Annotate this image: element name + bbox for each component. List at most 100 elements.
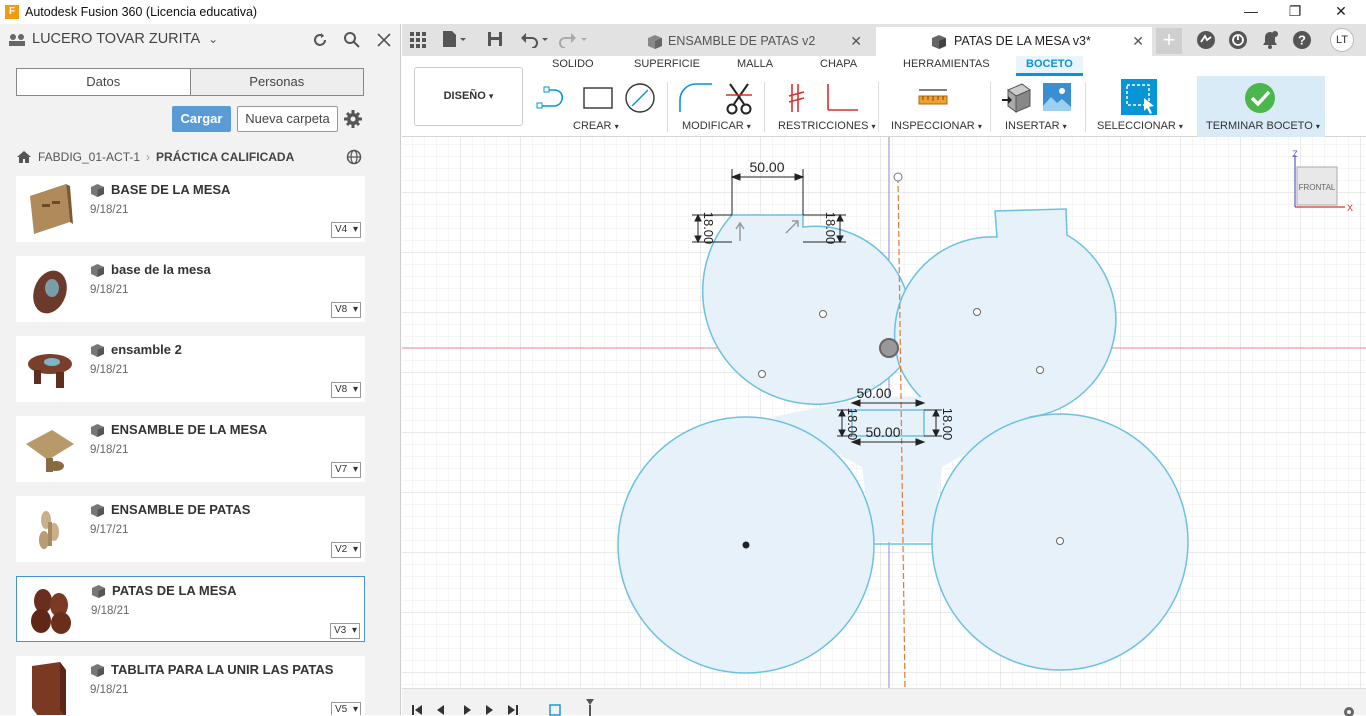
center-point[interactable] [742,541,750,549]
insert-derive-icon[interactable] [1000,82,1032,114]
home-icon[interactable] [16,150,32,164]
origin-point[interactable] [879,338,899,358]
breadcrumb: FABDIG_01-ACT-1 › PRÁCTICA CALIFICADA [16,148,294,166]
notifications-icon[interactable] [1260,30,1280,50]
circle-tool-icon[interactable] [624,82,656,114]
tab-herramientas[interactable]: HERRAMIENTAS [903,58,990,70]
tab-patas-de-la-mesa[interactable]: PATAS DE LA MESA v3* ✕ [876,27,1152,56]
file-menu-icon[interactable] [442,30,468,48]
job-status-icon[interactable] [1228,30,1248,50]
close-panel-icon[interactable] [376,32,392,48]
refresh-icon[interactable] [311,31,329,49]
version-badge[interactable]: V8 ▾ [331,382,361,398]
undo-icon[interactable] [520,30,550,48]
sketch-point[interactable] [893,172,903,182]
dimension-label[interactable]: 18.00 [823,212,838,245]
timeline-features[interactable] [548,699,598,716]
tab-solido[interactable]: SOLIDO [552,58,594,70]
list-item[interactable]: TABLITA PARA LA UNIR LAS PATAS 9/18/21 V… [16,656,365,715]
help-icon[interactable]: ? [1292,30,1312,50]
dimension-label[interactable]: 18.00 [940,408,955,441]
measure-ruler-icon[interactable] [918,86,948,110]
tab-personas[interactable]: Personas [189,69,363,95]
upload-button[interactable]: Cargar [172,106,231,132]
close-tab-icon[interactable]: ✕ [850,27,862,56]
timeline-settings-gear-icon[interactable] [1342,705,1356,716]
file-name: PATAS DE LA MESA [112,583,237,598]
finish-sketch-checkmark-icon[interactable] [1244,82,1276,114]
file-name: ENSAMBLE DE LA MESA [111,422,268,437]
dimension-label[interactable]: 18.00 [845,408,860,441]
dimension-label[interactable]: 18.00 [701,212,716,245]
fillet-tool-icon[interactable] [678,82,714,114]
globe-icon[interactable] [346,149,362,165]
breadcrumb-folder[interactable]: PRÁCTICA CALIFICADA [156,150,294,164]
list-item-selected[interactable]: PATAS DE LA MESA 9/18/21 V3 ▾ [16,576,365,642]
list-item[interactable]: ENSAMBLE DE PATAS 9/17/21 V2 ▾ [16,496,365,562]
group-modificar[interactable]: MODIFICAR ▾ [682,120,751,132]
tab-ensamble-de-patas[interactable]: ENSAMBLE DE PATAS v2 ✕ [596,27,870,56]
tab-boceto[interactable]: BOCETO [1016,56,1083,76]
group-terminar-boceto[interactable]: TERMINAR BOCETO ▾ [1206,120,1320,132]
design-file-icon [648,35,662,49]
breadcrumb-project[interactable]: FABDIG_01-ACT-1 [38,150,140,164]
version-badge[interactable]: V3 ▾ [330,623,360,639]
rectangle-tool-icon[interactable] [582,86,614,110]
group-crear[interactable]: CREAR ▾ [573,120,619,132]
step-back-icon [437,705,444,715]
file-date: 9/18/21 [90,284,129,296]
extensions-icon[interactable] [1196,30,1216,50]
version-badge[interactable]: V5 ▾ [331,702,361,715]
group-insertar[interactable]: INSERTAR ▾ [1005,120,1067,132]
redo-icon[interactable] [559,30,589,48]
list-item[interactable]: ensamble 2 9/18/21 V8 ▾ [16,336,365,402]
title-bar: F Autodesk Fusion 360 (Licencia educativ… [0,0,1366,24]
maximize-button[interactable]: ❐ [1272,0,1318,24]
gear-icon[interactable] [344,110,362,128]
close-tab-icon[interactable]: ✕ [1132,27,1144,56]
avatar[interactable]: LT [1330,28,1354,52]
list-item[interactable]: base de la mesa 9/18/21 V8 ▾ [16,256,365,322]
group-seleccionar[interactable]: SELECCIONAR ▾ [1097,120,1183,132]
file-date: 9/17/21 [90,524,129,536]
coincident-constraint-icon[interactable] [788,82,810,114]
version-badge[interactable]: V4 ▾ [331,222,361,238]
timeline-controls[interactable] [412,703,532,716]
file-date: 9/18/21 [91,605,130,617]
new-folder-button[interactable]: Nueva carpeta [237,106,338,132]
z-axis-label: Z [1292,149,1298,159]
tab-datos[interactable]: Datos [17,69,190,95]
trim-scissors-icon[interactable] [724,82,754,116]
version-badge[interactable]: V8 ▾ [331,302,361,318]
minimize-button[interactable]: — [1228,0,1274,24]
horizontal-constraint-icon[interactable] [824,82,860,114]
dimension-label[interactable]: 50.00 [749,159,784,175]
search-icon[interactable] [343,31,361,49]
canvas-image-icon[interactable] [1042,82,1072,112]
toolbar-divider [1085,82,1086,132]
line-tool-icon[interactable] [536,84,572,112]
dimension-label[interactable]: 50.00 [865,424,900,440]
list-item[interactable]: BASE DE LA MESA 9/18/21 V4 ▾ [16,176,365,242]
save-icon[interactable] [487,31,503,47]
sketch-canvas[interactable]: 50.00 18.00 18.00 50.00 50.00 18.00 18.0… [402,137,1366,688]
close-window-button[interactable]: ✕ [1318,0,1364,24]
new-tab-button[interactable]: + [1156,28,1182,54]
workspace-switcher[interactable]: DISEÑO ▾ [414,67,523,126]
tab-superficie[interactable]: SUPERFICIE [634,58,700,70]
version-badge[interactable]: V7 ▾ [331,462,361,478]
panel-header: LUCERO TOVAR ZURITA ⌄ [0,24,400,54]
tab-malla[interactable]: MALLA [737,58,773,70]
group-inspeccionar[interactable]: INSPECCIONAR ▾ [891,120,982,132]
viewport-svg[interactable]: 50.00 18.00 18.00 50.00 50.00 18.00 18.0… [402,137,1366,688]
svg-text:?: ? [1298,33,1306,48]
app-grid-icon[interactable] [410,32,426,48]
dimension-label[interactable]: 50.00 [856,385,891,401]
user-name[interactable]: LUCERO TOVAR ZURITA [32,31,200,47]
group-restricciones[interactable]: RESTRICCIONES ▾ [778,120,876,132]
tab-chapa[interactable]: CHAPA [820,58,857,70]
select-window-icon[interactable] [1120,78,1158,116]
chevron-down-icon[interactable]: ⌄ [208,32,218,46]
list-item[interactable]: ENSAMBLE DE LA MESA 9/18/21 V7 ▾ [16,416,365,482]
version-badge[interactable]: V2 ▾ [331,542,361,558]
